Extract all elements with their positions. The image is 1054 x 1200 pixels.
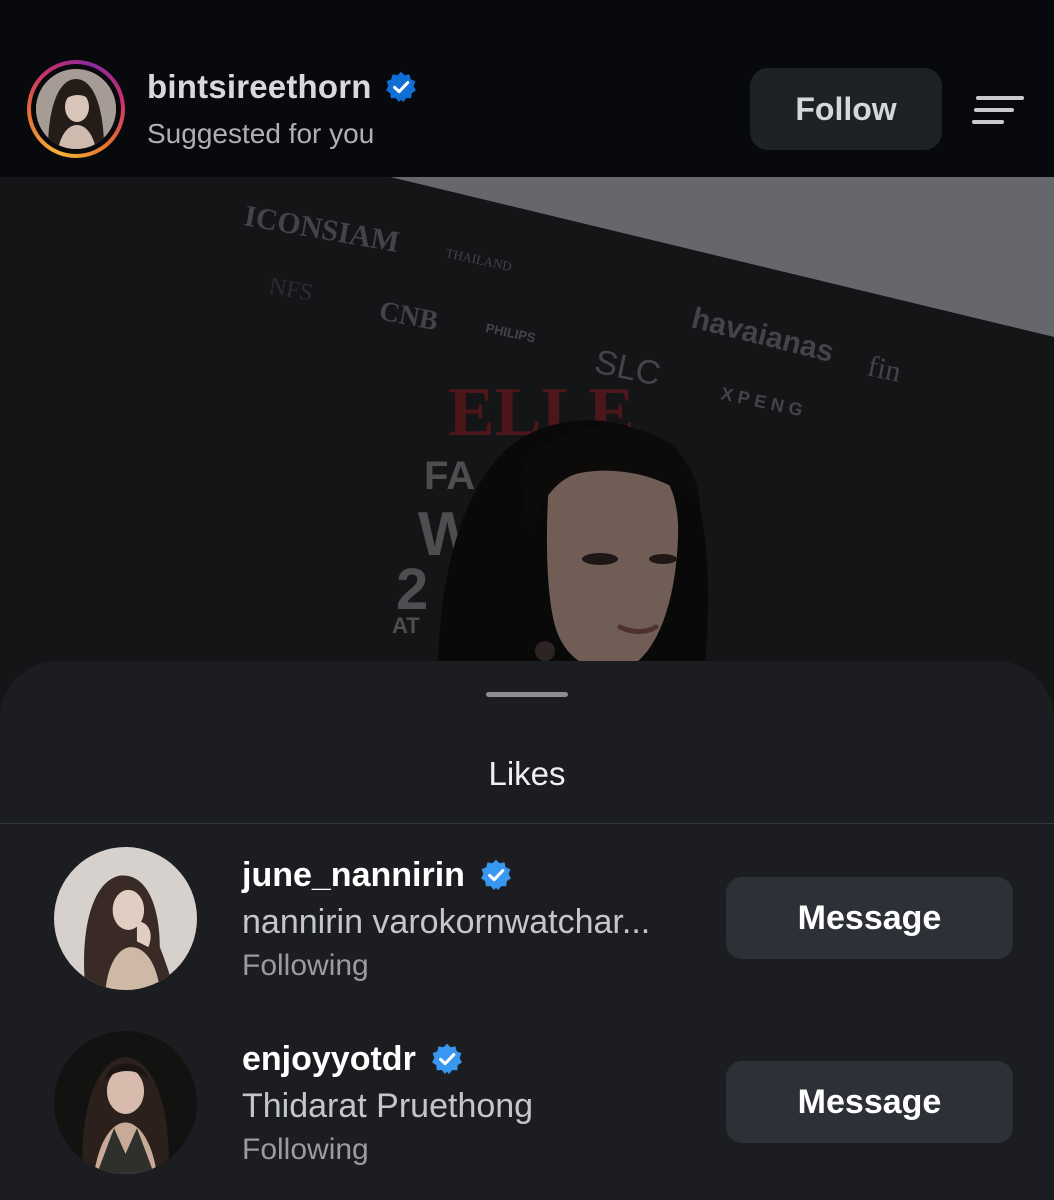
author-story-ring[interactable] (27, 60, 125, 158)
verified-badge-icon (479, 858, 513, 892)
user-username[interactable]: june_nannirin (242, 856, 465, 895)
post-header: bintsireethorn Suggested for you Follow (0, 0, 1054, 177)
suggested-label: Suggested for you (147, 118, 375, 149)
user-avatar[interactable] (54, 847, 197, 990)
verified-badge-icon (384, 70, 418, 104)
user-full-name: Thidarat Pruethong (242, 1087, 534, 1125)
author-avatar[interactable] (36, 69, 116, 149)
post-likes-screen: bintsireethorn Suggested for you Follow (0, 0, 1054, 1200)
following-status: Following (242, 949, 369, 982)
following-status: Following (242, 1133, 369, 1166)
verified-badge-icon (430, 1042, 464, 1076)
like-list-item[interactable]: enjoyyotdr Thidarat Pruethong Following … (0, 1031, 1054, 1181)
author-username[interactable]: bintsireethorn (147, 68, 372, 106)
post-photo[interactable]: ICONSIAM THAILAND NFS CNB PHILIPS SLC ha… (0, 177, 1054, 717)
message-button[interactable]: Message (726, 877, 1013, 959)
divider (0, 823, 1054, 824)
like-list-item[interactable]: june_nannirin nannirin varokornwatchar..… (0, 847, 1054, 997)
sheet-title: Likes (488, 755, 566, 792)
user-username-row[interactable]: june_nannirin (242, 855, 513, 895)
likes-bottom-sheet: Likes june_nannirin nannirin varokornwat… (0, 661, 1054, 1200)
hamburger-menu-icon[interactable] (966, 90, 1030, 130)
user-username-row[interactable]: enjoyyotdr (242, 1039, 464, 1079)
sheet-drag-handle[interactable] (486, 692, 568, 697)
message-button[interactable]: Message (726, 1061, 1013, 1143)
user-full-name: nannirin varokornwatchar... (242, 903, 651, 941)
user-username[interactable]: enjoyyotdr (242, 1040, 416, 1079)
user-avatar[interactable] (54, 1031, 197, 1174)
author-username-row[interactable]: bintsireethorn (147, 66, 418, 108)
follow-button[interactable]: Follow (750, 68, 942, 150)
